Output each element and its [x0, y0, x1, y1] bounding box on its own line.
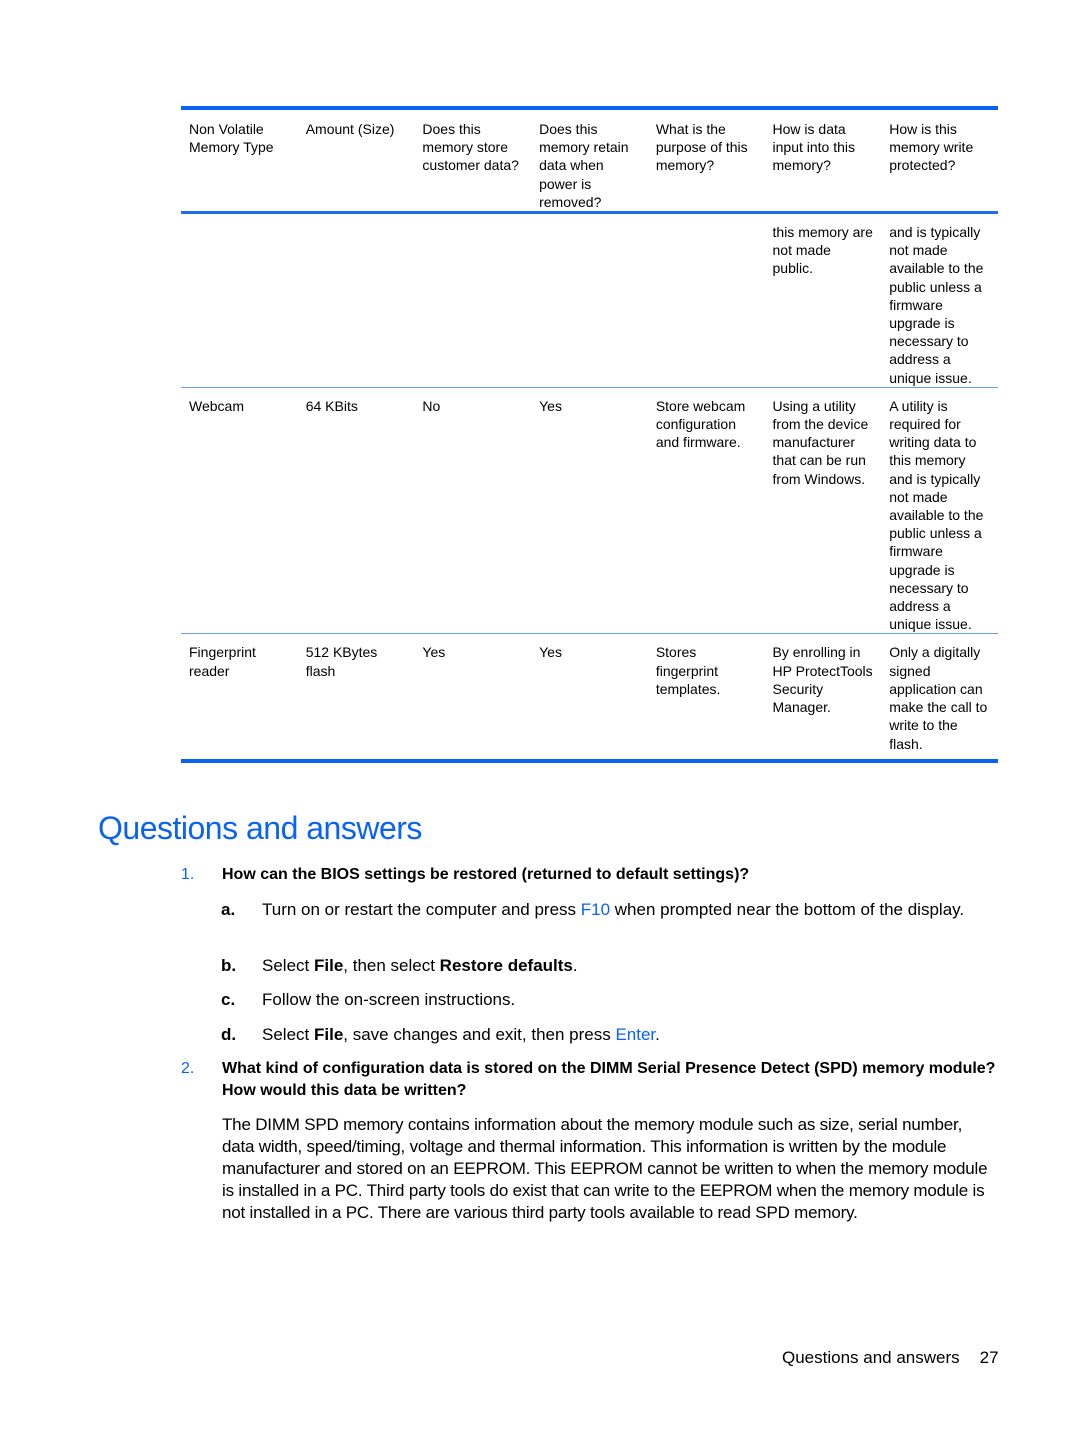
step-text-part: Select: [262, 1025, 314, 1044]
header-purpose: What is the purpose of this memory?: [655, 121, 748, 174]
step-text-part: , then select: [343, 956, 440, 975]
step-letter: a.: [221, 900, 236, 919]
cell-amount: [297, 212, 415, 388]
step-letter: c.: [221, 990, 236, 1009]
step-text: Select File, save changes and exit, then…: [262, 1024, 972, 1046]
cell-retain-data: Yes: [539, 644, 562, 661]
cell-customer-data: No: [414, 387, 532, 635]
step-text: Turn on or restart the computer and pres…: [262, 899, 972, 921]
key-enter: Enter: [615, 1025, 656, 1044]
step-text-part: when prompted near the bottom of the dis…: [610, 900, 965, 919]
cell-retain-data: [531, 212, 648, 388]
cell-purpose: Store webcam configuration and firmware.: [647, 387, 765, 635]
step-text-part: .: [572, 956, 578, 975]
step-text: Select File, then select Restore default…: [262, 955, 972, 977]
header-row: Non Volatile Memory Type Amount (Size) D…: [181, 108, 998, 213]
step-text-part: .: [655, 1025, 660, 1044]
cell-memory-type: Fingerprint reader: [189, 644, 256, 679]
non-volatile-memory-table: Non Volatile Memory Type Amount (Size) D…: [181, 106, 998, 763]
cell-write-protected: and is typically not made available to t…: [881, 212, 998, 388]
header-memory-type: Non Volatile Memory Type: [189, 121, 274, 156]
cell-amount: 64 KBits: [297, 387, 415, 635]
footer-section-name: Questions and answers: [782, 1348, 960, 1367]
cell-data-input: Using a utility from the device manufact…: [764, 387, 882, 635]
question-number: 2.: [181, 1060, 195, 1077]
table-body: this memory are not made public. and is …: [181, 212, 998, 762]
question-number: 1.: [181, 866, 195, 883]
header-data-input: How is data input into this memory?: [772, 121, 856, 174]
cell-retain-data: Yes: [531, 387, 648, 635]
cell-memory-type: [181, 212, 298, 388]
table-row: this memory are not made public. and is …: [181, 212, 998, 388]
cell-customer-data: Yes: [422, 644, 446, 661]
key-f10: F10: [580, 900, 611, 919]
table-row: Fingerprint reader 512 KBytes flash Yes …: [181, 634, 998, 762]
page-number: 27: [979, 1348, 999, 1367]
cell-purpose: Stores fingerprint templates.: [655, 644, 721, 697]
question-text: How can the BIOS settings be restored (r…: [222, 866, 750, 883]
menu-restore-defaults: Restore defaults: [439, 956, 573, 975]
answer-paragraph: The DIMM SPD memory contains information…: [222, 1115, 988, 1222]
cell-purpose: [647, 212, 765, 388]
menu-file: File: [313, 956, 344, 975]
cell-write-protected: Only a digitally signed application can …: [889, 644, 988, 752]
cell-customer-data: [414, 212, 532, 388]
step-text-part: , save changes and exit, then press: [343, 1025, 616, 1044]
header-retain-data: Does this memory retain data when power …: [539, 121, 629, 210]
table-row: Webcam 64 KBits No Yes Store webcam conf…: [181, 387, 998, 635]
step-text-part: Select: [262, 956, 314, 975]
step-letter: b.: [221, 956, 237, 975]
step-text-part: Turn on or restart the computer and pres…: [262, 900, 581, 919]
step-text: Follow the on-screen instructions.: [262, 990, 516, 1009]
cell-data-input: this memory are not made public.: [764, 212, 882, 388]
cell-write-protected: A utility is required for writing data t…: [881, 387, 998, 635]
section-title: Questions and answers: [98, 810, 422, 846]
step-letter: d.: [221, 1025, 237, 1044]
table-header: Non Volatile Memory Type Amount (Size) D…: [181, 108, 998, 213]
memory-table-container: Non Volatile Memory Type Amount (Size) D…: [181, 106, 998, 763]
header-customer-data: Does this memory store customer data?: [422, 121, 519, 174]
cell-amount: 512 KBytes flash: [305, 644, 378, 679]
page-footer: Questions and answers 27: [782, 1348, 999, 1368]
cell-memory-type: Webcam: [181, 387, 298, 635]
header-write-protected: How is this memory write protected?: [889, 121, 974, 174]
question-text: What kind of configuration data is store…: [222, 1060, 996, 1099]
cell-data-input: By enrolling in HP ProtectTools Security…: [772, 644, 873, 716]
menu-file: File: [313, 1025, 344, 1044]
header-amount: Amount (Size): [305, 121, 395, 137]
